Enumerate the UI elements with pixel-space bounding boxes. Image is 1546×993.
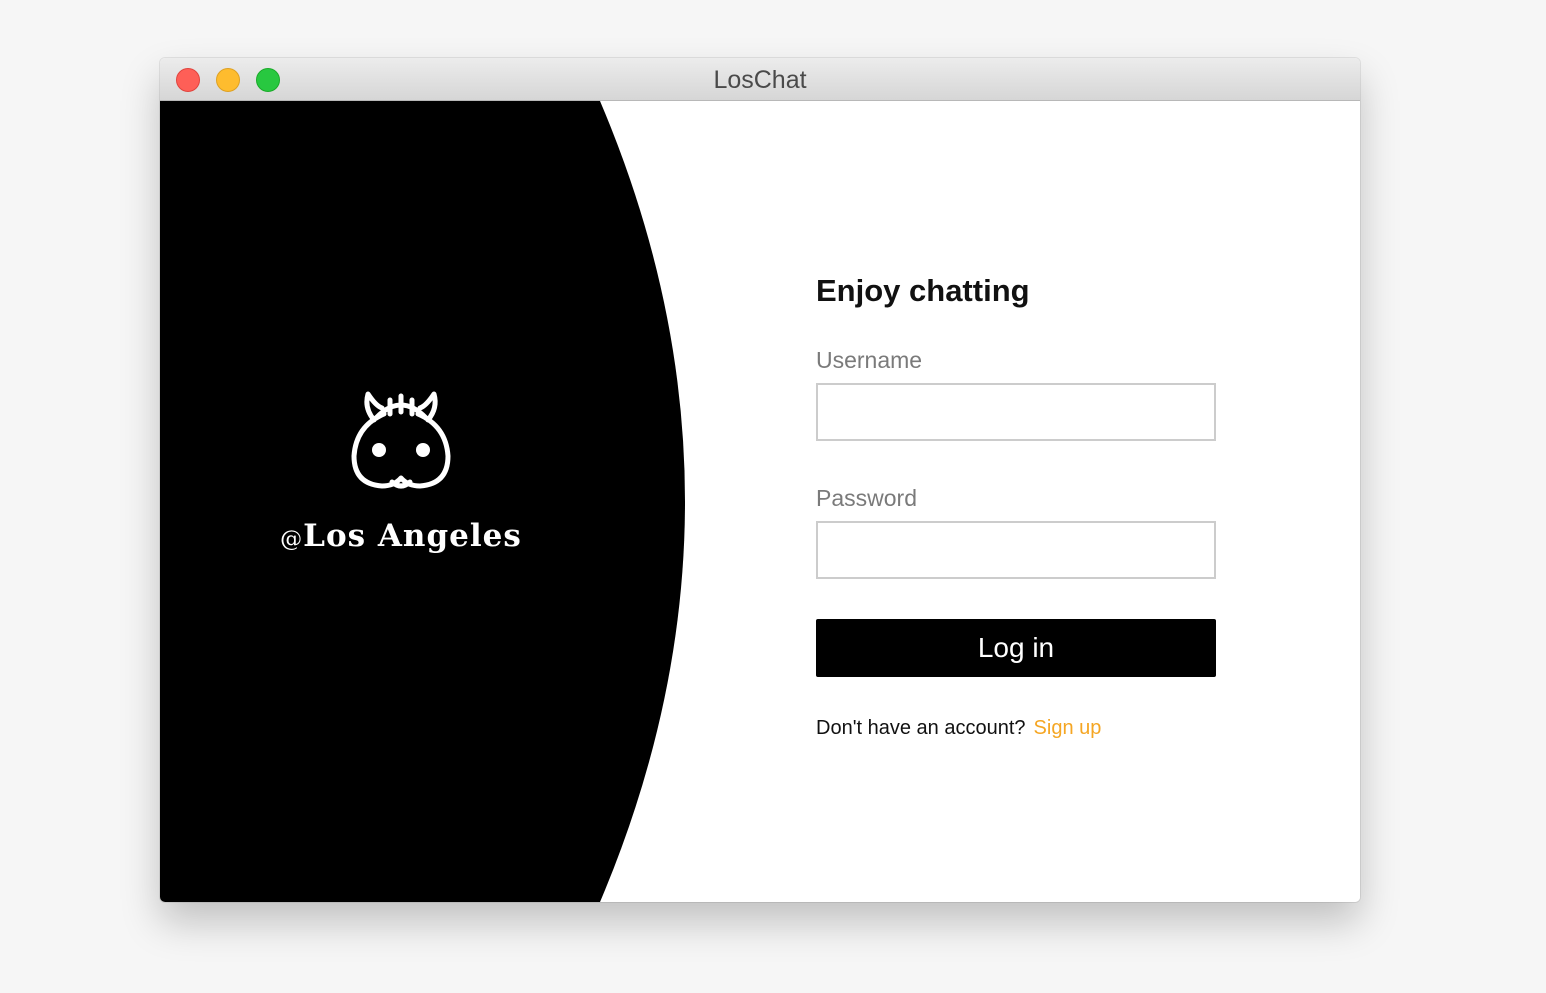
page-title: Enjoy chatting [816,273,1030,308]
signup-prompt: Don't have an account? [816,717,1026,739]
signup-link[interactable]: Sign up [1034,717,1102,739]
password-field[interactable] [816,521,1216,579]
cow-head-icon [351,391,451,489]
app-window: LosChat @Los Angeles Enjoy chatting User… [160,58,1360,902]
username-field[interactable] [816,383,1216,441]
username-label: Username [816,347,923,373]
brand-at-sign: @ [280,527,304,552]
brand-logo: @Los Angeles [215,386,587,554]
login-form: Enjoy chatting Username Password Log in … [816,271,1216,741]
signup-row: Don't have an account? Sign up [816,715,1216,741]
brand-name: @Los Angeles [215,518,587,554]
login-button[interactable]: Log in [816,619,1216,677]
password-label: Password [816,485,917,511]
brand-name-text: Los Angeles [303,518,522,554]
login-screen: @Los Angeles Enjoy chatting Username Pas… [160,101,1360,902]
title-bar[interactable]: LosChat [160,58,1360,101]
window-title: LosChat [713,66,807,94]
